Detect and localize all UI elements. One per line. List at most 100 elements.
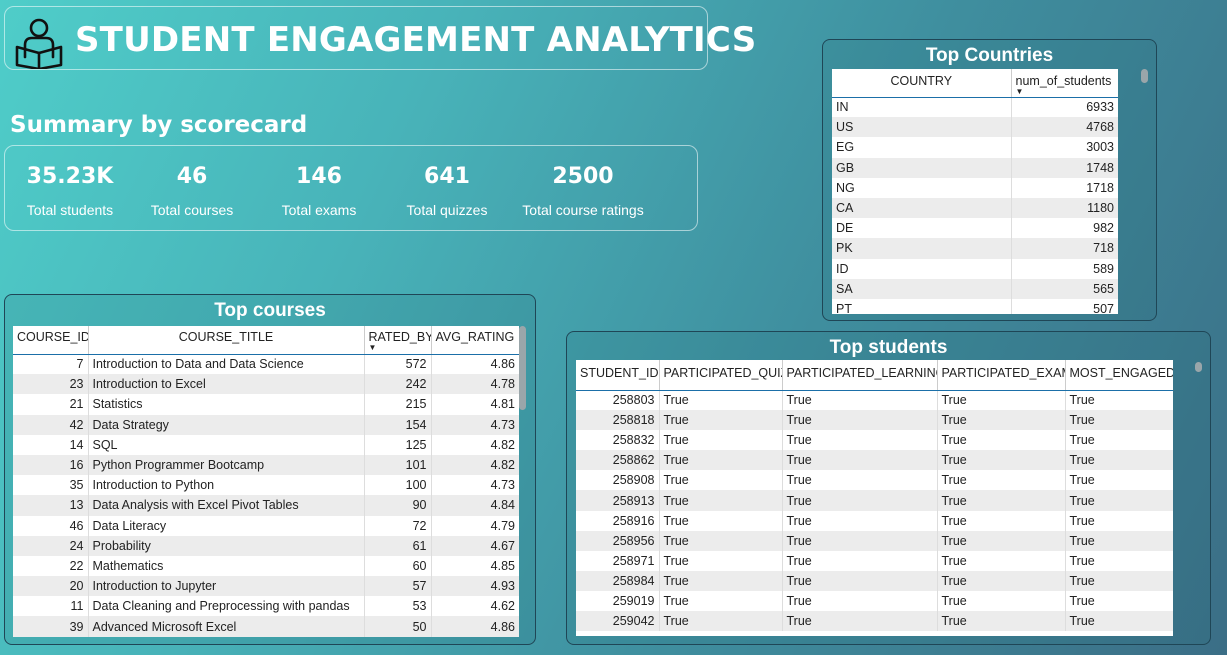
scorecard-value: 641 <box>424 164 470 189</box>
table-row[interactable]: 258956 True True True True <box>576 530 1173 551</box>
sort-descending-icon: ▼ <box>1015 87 1024 96</box>
table-cell: 507 <box>1093 301 1114 314</box>
table-row[interactable]: 42 Data Strategy 154 4.73 <box>13 414 519 435</box>
scrollbar-thumb[interactable] <box>519 326 526 410</box>
column-header-course-id[interactable]: COURSE_ID <box>13 326 89 355</box>
table-row[interactable]: 258984 True True True True <box>576 570 1173 591</box>
column-header-label: RATED_BY <box>368 330 431 344</box>
table-row[interactable]: 259019 True True True True <box>576 590 1173 612</box>
table-row[interactable]: CA 1180 <box>832 197 1118 219</box>
table-row[interactable]: ID 589 <box>832 258 1118 279</box>
table-row[interactable]: 258818 True True True True <box>576 410 1173 431</box>
column-header-most-engaged[interactable]: MOST_ENGAGED <box>1065 360 1173 391</box>
table-cell: 258916 <box>576 510 660 531</box>
table-row[interactable]: 46 Data Literacy 72 4.79 <box>13 515 519 536</box>
table-cell: True <box>659 590 783 612</box>
table-row[interactable]: GB 1748 <box>832 157 1118 178</box>
table-cell: 7 <box>13 354 89 375</box>
table-cell: True <box>782 450 938 471</box>
column-header-num-of-students[interactable]: num_of_students ▼ <box>1011 69 1118 98</box>
table-cell: 23 <box>13 374 89 395</box>
table-row[interactable]: SA 565 <box>832 278 1118 299</box>
table-cell: 258818 <box>576 410 660 431</box>
table-cell: 125 <box>364 434 432 455</box>
table-row[interactable]: 35 Introduction to Python 100 4.73 <box>13 475 519 496</box>
table-cell: 4.85 <box>490 558 515 573</box>
table-cell: 13 <box>13 495 89 516</box>
table-row[interactable]: 258916 True True True True <box>576 510 1173 531</box>
column-header-country[interactable]: COUNTRY <box>832 69 1012 98</box>
table-cell: True <box>659 530 783 551</box>
table-cell: 50 <box>364 616 432 637</box>
column-header-participated-exam[interactable]: PARTICIPATED_EXAM <box>937 360 1066 391</box>
scrollbar-thumb[interactable] <box>1195 362 1202 372</box>
table-cell: 982 <box>1093 221 1114 236</box>
scorecard-value: 35.23K <box>26 164 114 189</box>
table-row[interactable]: EG 3003 <box>832 137 1118 158</box>
column-header-participated-learning[interactable]: PARTICIPATED_LEARNING <box>782 360 938 391</box>
table-row[interactable]: IN 6933 <box>832 97 1118 118</box>
column-header-avg-rating[interactable]: AVG_RATING <box>431 326 519 355</box>
top-students-panel: Top students STUDENT_ID PARTICIPATED_QUI… <box>566 331 1211 645</box>
table-row[interactable]: 258803 True True True True <box>576 390 1173 411</box>
table-row[interactable]: 259042 True True True True <box>576 611 1173 632</box>
table-cell: IN <box>832 97 1012 118</box>
table-cell: 35 <box>13 475 89 496</box>
table-row[interactable]: PK 718 <box>832 238 1118 259</box>
column-header-course-title[interactable]: COURSE_TITLE <box>88 326 365 355</box>
table-row[interactable]: 22 Mathematics 60 4.85 <box>13 555 519 577</box>
table-row[interactable]: 24 Probability 61 4.67 <box>13 535 519 556</box>
scrollbar-thumb[interactable] <box>1141 69 1148 83</box>
table-row[interactable]: NG 1718 <box>832 177 1118 198</box>
table-cell: 4.86 <box>431 616 519 637</box>
table-row[interactable]: 23 Introduction to Excel 242 4.78 <box>13 374 519 395</box>
student-reading-icon <box>15 18 63 69</box>
table-row[interactable]: 7 Introduction to Data and Data Science 57… <box>13 354 519 375</box>
table-row[interactable]: US 4768 <box>832 117 1118 138</box>
table-cell: True <box>937 450 1066 471</box>
table-cell: 1718 <box>1086 180 1114 195</box>
table-row[interactable]: 20 Introduction to Jupyter 57 4.93 <box>13 576 519 597</box>
table-cell: 4.78 <box>431 374 519 395</box>
table-cell: True <box>782 430 938 451</box>
table-cell: True <box>1065 530 1173 551</box>
table-cell: SA <box>832 278 1012 299</box>
table-cell: 259019 <box>576 590 660 612</box>
table-cell: True <box>659 611 783 632</box>
table-cell: Statistics <box>88 394 365 415</box>
table-row[interactable]: 258913 True True True True <box>576 490 1173 511</box>
table-cell: 258832 <box>576 430 660 451</box>
table-cell: 4.67 <box>431 535 519 556</box>
table-cell: True <box>1065 611 1173 632</box>
column-header-rated-by[interactable]: RATED_BY ▼ <box>364 326 432 355</box>
table-row[interactable]: 258971 True True True True <box>576 550 1173 571</box>
table-row[interactable]: 258832 True True True True <box>576 430 1173 451</box>
table-cell: 565 <box>1011 278 1118 299</box>
table-cell: 11 <box>13 596 89 617</box>
table-row[interactable]: 14 SQL 125 4.82 <box>13 434 519 455</box>
table-row[interactable]: 11 Data Cleaning and Preprocessing with p… <box>13 596 519 617</box>
table-cell: 20 <box>13 576 89 597</box>
table-row[interactable]: 21 Statistics 215 4.81 <box>13 394 519 415</box>
table-row[interactable]: 258862 True True True True <box>576 450 1173 471</box>
table-cell: True <box>659 570 783 591</box>
table-row[interactable]: DE 982 <box>832 218 1118 239</box>
table-row[interactable]: 258908 True True True True <box>576 470 1173 491</box>
table-cell: 22 <box>13 555 89 577</box>
table-cell: Data Literacy <box>88 515 365 536</box>
table-row[interactable]: 16 Python Programmer Bootcamp 101 4.82 <box>13 454 519 476</box>
table-row[interactable]: 39 Advanced Microsoft Excel 50 4.86 <box>13 616 519 637</box>
table-cell: 4768 <box>1011 117 1118 138</box>
table-row[interactable]: 13 Data Analysis with Excel Pivot Tables 9… <box>13 495 519 516</box>
column-header-participated-quiz[interactable]: PARTICIPATED_QUIZ <box>659 360 783 391</box>
table-cell: 39 <box>13 616 89 637</box>
column-header-student-id[interactable]: STUDENT_ID <box>576 360 660 391</box>
table-row[interactable]: PT 507 <box>832 298 1118 314</box>
scorecard-panel: 35.23K Total students 46 Total courses 1… <box>4 145 698 231</box>
table-cell: Introduction to Excel <box>88 374 365 395</box>
top-countries-table: COUNTRY num_of_students ▼ IN 6933 US 4768 EG 3… <box>832 69 1118 314</box>
summary-heading: Summary by scorecard <box>10 112 308 138</box>
table-cell: True <box>937 590 1066 612</box>
scorecard-label: Total exams <box>281 202 357 218</box>
table-cell: 258862 <box>576 450 660 471</box>
